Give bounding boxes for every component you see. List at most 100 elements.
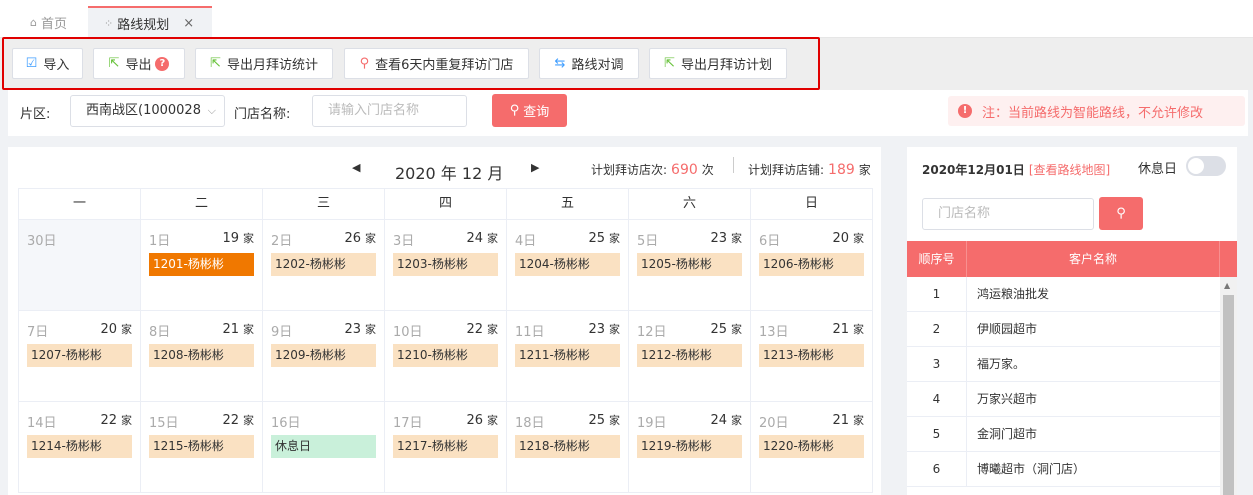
route-tag[interactable]: 1205-杨彬彬 <box>637 253 742 276</box>
scrollbar[interactable]: ▲ <box>1220 277 1237 495</box>
table-row[interactable]: 6 博曦超市（洞门店） <box>907 452 1237 487</box>
store-search-input[interactable]: 门店名称 <box>922 198 1094 230</box>
day-store-count-unit: 家 <box>731 232 742 245</box>
day-store-count: 22 家 <box>222 412 254 428</box>
day-store-count: 20 家 <box>100 321 132 337</box>
calendar-day-cell[interactable]: 5日 23 家 1205-杨彬彬 <box>629 220 751 311</box>
route-tag[interactable]: 1218-杨彬彬 <box>515 435 620 458</box>
calendar-day-cell[interactable]: 13日 21 家 1213-杨彬彬 <box>751 311 873 402</box>
day-store-count-value: 20 <box>100 322 117 337</box>
area-label: 片区: <box>20 107 51 122</box>
prev-month-icon[interactable]: ◀ <box>352 161 360 174</box>
day-store-count: 25 家 <box>588 412 620 428</box>
route-tag[interactable]: 1217-杨彬彬 <box>393 435 498 458</box>
route-tag[interactable]: 1215-杨彬彬 <box>149 435 254 458</box>
scroll-up-icon[interactable]: ▲ <box>1224 281 1230 290</box>
day-store-count-value: 25 <box>588 413 605 428</box>
day-store-count: 24 家 <box>710 412 742 428</box>
store-name-placeholder: 请输入门店名称 <box>328 103 420 118</box>
route-tag[interactable]: 1213-杨彬彬 <box>759 344 864 367</box>
month-title: 2020 年 12 月 <box>395 164 504 183</box>
customer-name-cell: 鸿运粮油批发 <box>977 287 1050 301</box>
calendar-day-cell[interactable]: 30日 <box>19 220 141 311</box>
calendar-day-cell[interactable]: 2日 26 家 1202-杨彬彬 <box>263 220 385 311</box>
area-select-value: 西南战区(1000028 <box>86 103 201 118</box>
calendar-day-cell[interactable]: 9日 23 家 1209-杨彬彬 <box>263 311 385 402</box>
route-tag[interactable]: 1208-杨彬彬 <box>149 344 254 367</box>
route-tag[interactable]: 1220-杨彬彬 <box>759 435 864 458</box>
day-store-count: 26 家 <box>344 230 376 246</box>
tab-route-planning[interactable]: ⁘ 路线规划 × <box>88 6 212 38</box>
route-tag[interactable]: 1214-杨彬彬 <box>27 435 132 458</box>
day-store-count-unit: 家 <box>853 414 864 427</box>
plan-stores-stat: 计划拜访店铺: 189 家 <box>748 161 871 178</box>
plan-stores-unit: 家 <box>858 163 871 177</box>
table-row[interactable]: 3 福万家。 <box>907 347 1237 382</box>
customer-table: 顺序号 客户名称 1 鸿运粮油批发 2 伊顺园超市 3 福万家。 4 万家兴超市 5 金洞门超市 6… <box>907 241 1237 487</box>
calendar-day-cell[interactable]: 8日 21 家 1208-杨彬彬 <box>141 311 263 402</box>
table-row[interactable]: 2 伊顺园超市 <box>907 312 1237 347</box>
map-link[interactable]: [查看路线地图] <box>1029 163 1110 177</box>
calendar-day-cell[interactable]: 3日 24 家 1203-杨彬彬 <box>385 220 507 311</box>
route-tag[interactable]: 1201-杨彬彬 <box>149 253 254 276</box>
route-date: 2020年12月01日 [查看路线地图] <box>922 161 1110 178</box>
day-store-count-value: 22 <box>222 413 239 428</box>
table-row[interactable]: 5 金洞门超市 <box>907 417 1237 452</box>
day-store-count-unit: 家 <box>487 323 498 336</box>
day-store-count-unit: 家 <box>487 232 498 245</box>
calendar-day-cell[interactable]: 14日 22 家 1214-杨彬彬 <box>19 402 141 493</box>
store-search-button[interactable]: ⚲ <box>1099 197 1143 230</box>
weekday-header-cell: 四 <box>385 189 507 220</box>
tab-bar: ⌂ 首页 ⁘ 路线规划 × <box>0 0 1253 38</box>
store-name-input[interactable]: 请输入门店名称 <box>312 95 467 127</box>
calendar-day-cell[interactable]: 4日 25 家 1204-杨彬彬 <box>507 220 629 311</box>
route-tag[interactable]: 1209-杨彬彬 <box>271 344 376 367</box>
calendar-day-cell[interactable]: 10日 22 家 1210-杨彬彬 <box>385 311 507 402</box>
calendar-day-cell[interactable]: 15日 22 家 1215-杨彬彬 <box>141 402 263 493</box>
seq-cell: 2 <box>907 312 967 346</box>
rest-day-tag[interactable]: 休息日 <box>271 435 376 458</box>
store-name-label: 门店名称: <box>234 107 291 122</box>
day-store-count: 21 家 <box>222 321 254 337</box>
rest-day-toggle[interactable] <box>1186 156 1226 176</box>
day-store-count-value: 23 <box>710 231 727 246</box>
day-store-count-value: 23 <box>344 322 361 337</box>
route-tag[interactable]: 1206-杨彬彬 <box>759 253 864 276</box>
calendar-day-cell[interactable]: 7日 20 家 1207-杨彬彬 <box>19 311 141 402</box>
customer-table-header: 顺序号 客户名称 <box>907 241 1237 277</box>
table-row[interactable]: 1 鸿运粮油批发 <box>907 277 1237 312</box>
next-month-icon[interactable]: ▶ <box>531 161 539 174</box>
route-tag[interactable]: 1212-杨彬彬 <box>637 344 742 367</box>
route-tag[interactable]: 1203-杨彬彬 <box>393 253 498 276</box>
close-icon[interactable]: × <box>183 16 194 31</box>
calendar-day-cell[interactable]: 18日 25 家 1218-杨彬彬 <box>507 402 629 493</box>
day-number: 12日 <box>637 325 667 340</box>
route-tag[interactable]: 1202-杨彬彬 <box>271 253 376 276</box>
rest-day-label: 休息日 <box>1138 162 1178 177</box>
route-tag[interactable]: 1219-杨彬彬 <box>637 435 742 458</box>
calendar-day-cell[interactable]: 17日 26 家 1217-杨彬彬 <box>385 402 507 493</box>
calendar-day-cell[interactable]: 16日 休息日 <box>263 402 385 493</box>
calendar-day-cell[interactable]: 1日 19 家 1201-杨彬彬 <box>141 220 263 311</box>
day-number: 30日 <box>27 234 57 249</box>
route-tag[interactable]: 1210-杨彬彬 <box>393 344 498 367</box>
route-tag[interactable]: 1211-杨彬彬 <box>515 344 620 367</box>
area-select[interactable]: 西南战区(1000028 ⌵ <box>70 95 225 127</box>
day-store-count: 23 家 <box>588 321 620 337</box>
route-tag[interactable]: 1204-杨彬彬 <box>515 253 620 276</box>
calendar-day-cell[interactable]: 11日 23 家 1211-杨彬彬 <box>507 311 629 402</box>
tab-home[interactable]: ⌂ 首页 <box>30 6 67 38</box>
calendar-day-cell[interactable]: 20日 21 家 1220-杨彬彬 <box>751 402 873 493</box>
day-store-count: 21 家 <box>832 412 864 428</box>
customer-name-cell: 万家兴超市 <box>977 392 1038 406</box>
query-button[interactable]: ⚲ 查询 <box>492 94 567 127</box>
day-store-count-unit: 家 <box>243 323 254 336</box>
route-tag[interactable]: 1207-杨彬彬 <box>27 344 132 367</box>
calendar-day-cell[interactable]: 19日 24 家 1219-杨彬彬 <box>629 402 751 493</box>
scrollbar-thumb[interactable] <box>1223 295 1234 495</box>
search-icon: ⚲ <box>509 103 520 118</box>
day-store-count-unit: 家 <box>487 414 498 427</box>
calendar-day-cell[interactable]: 12日 25 家 1212-杨彬彬 <box>629 311 751 402</box>
calendar-day-cell[interactable]: 6日 20 家 1206-杨彬彬 <box>751 220 873 311</box>
table-row[interactable]: 4 万家兴超市 <box>907 382 1237 417</box>
